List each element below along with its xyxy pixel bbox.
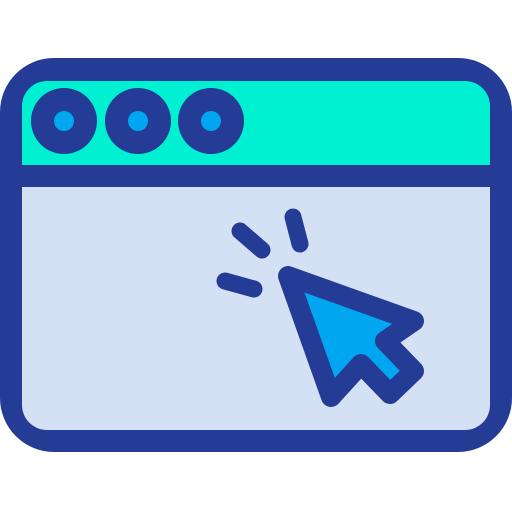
window-dot-2-center	[128, 111, 148, 131]
content-area	[22, 187, 490, 430]
click-ray-top	[284, 208, 309, 253]
window-dot-3-center	[201, 111, 221, 131]
browser-window-click-svg	[0, 58, 512, 452]
click-ray-left	[216, 272, 263, 298]
window-dots	[31, 88, 244, 154]
browser-window-click-icon	[0, 0, 512, 512]
window-dot-1-center	[54, 111, 74, 131]
